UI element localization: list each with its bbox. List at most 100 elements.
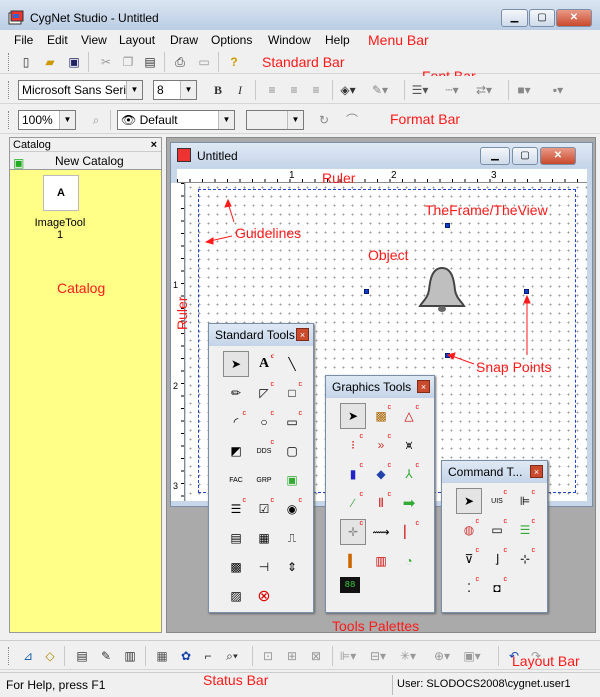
fac-tool-icon[interactable]: FAC xyxy=(223,467,249,493)
table-tool-icon[interactable]: ▦ xyxy=(251,525,277,551)
snap-point[interactable] xyxy=(445,353,450,358)
minimize-button[interactable]: ▁ xyxy=(501,9,528,27)
toolbar-grip[interactable] xyxy=(8,53,11,71)
image-tool-thumbnail[interactable]: A xyxy=(43,175,79,211)
cut-icon[interactable]: ✂ xyxy=(96,52,116,72)
help-icon[interactable]: ? xyxy=(224,52,244,72)
open-folder-icon[interactable]: ▰ xyxy=(40,52,60,72)
menu-file[interactable]: File xyxy=(14,33,33,47)
stack-icon[interactable]: ▥ xyxy=(120,646,140,666)
toggle-tool-icon[interactable]: ◘ c xyxy=(484,575,510,601)
select-tool-icon[interactable]: ➤ xyxy=(456,488,482,514)
text-tool-icon[interactable]: Ac xyxy=(251,351,277,377)
align-right-icon[interactable]: ≡ xyxy=(306,80,326,100)
dds-tool-icon[interactable]: DDS c xyxy=(251,438,277,464)
snap-point[interactable] xyxy=(524,289,529,294)
select-tool-icon[interactable]: ➤ xyxy=(223,351,249,377)
digital-display-tool-icon[interactable]: 88 xyxy=(340,577,360,593)
chevron-tool-icon[interactable]: » c xyxy=(368,432,394,458)
zoom-icon[interactable]: ⌕ xyxy=(86,110,106,130)
uis-tool-icon[interactable]: UIS c xyxy=(484,488,510,514)
command-tools-close-button[interactable]: × xyxy=(530,465,543,478)
horizontal-ruler[interactable] xyxy=(177,169,587,183)
select-tool-icon[interactable]: ➤ xyxy=(340,403,366,429)
align-tool-icon[interactable]: ⊫ c xyxy=(512,488,538,514)
toolbar-grip[interactable] xyxy=(8,81,11,99)
new-file-icon[interactable]: ▯ xyxy=(16,52,36,72)
catalog-close-button[interactable]: × xyxy=(151,138,157,152)
spring-tool-icon[interactable]: ⟿ xyxy=(368,519,394,545)
grid-tool-icon[interactable]: ▩ xyxy=(223,554,249,580)
close-button[interactable]: ✕ xyxy=(556,9,592,27)
edit-points-icon[interactable]: ⌒ xyxy=(342,110,362,130)
print-preview-icon[interactable]: ▭ xyxy=(194,52,214,72)
properties-icon[interactable]: ▤ xyxy=(72,646,92,666)
menu-options[interactable]: Options xyxy=(211,33,252,47)
graphics-tools-close-button[interactable]: × xyxy=(417,380,430,393)
command-tools-title-bar[interactable]: Command T... × xyxy=(442,461,547,483)
dial-command-icon[interactable]: ◍ c xyxy=(456,517,482,543)
checkbox-tool-icon[interactable]: ☑ c xyxy=(251,496,277,522)
branch-tool-icon[interactable]: ⊹ c xyxy=(512,546,538,572)
level-tool-icon[interactable]: ▍ xyxy=(340,548,366,574)
doc-minimize-button[interactable]: ▁ xyxy=(480,147,510,165)
font-size-select[interactable]: 8 ▼ xyxy=(153,80,197,100)
italic-button[interactable]: I xyxy=(230,80,250,100)
arrow-tool-icon[interactable]: ➡ xyxy=(396,490,422,516)
new-catalog-row[interactable]: ▣ New Catalog xyxy=(10,152,161,170)
gauge-tool-icon[interactable]: ▮ c xyxy=(340,461,366,487)
font-name-select[interactable]: Microsoft Sans Serif ▼ xyxy=(18,80,143,100)
print-icon[interactable]: ⎙ xyxy=(170,52,190,72)
doc-maximize-button[interactable]: ▢ xyxy=(512,147,538,165)
snap-point[interactable] xyxy=(364,289,369,294)
thermometer-tool-icon[interactable]: ▏ c xyxy=(396,519,422,545)
menu-window[interactable]: Window xyxy=(268,33,311,47)
copy-icon[interactable]: ❐ xyxy=(118,52,138,72)
ellipse-tool-icon[interactable]: ○ c xyxy=(251,409,277,435)
align-center-icon[interactable]: ≡ xyxy=(284,80,304,100)
line-style-icon[interactable]: ┄▾ xyxy=(442,80,462,100)
vector-tool-icon[interactable]: △ c xyxy=(396,403,422,429)
vertical-ruler[interactable] xyxy=(171,183,185,501)
3d-effect-icon[interactable]: ▪▾ xyxy=(548,80,568,100)
layers-icon[interactable]: ◇ xyxy=(40,646,60,666)
layout-tool-icon[interactable]: ⊿ xyxy=(18,646,38,666)
trend-tool-icon[interactable]: ⩙ xyxy=(396,432,422,458)
pin-tool-icon[interactable]: ⁝ c xyxy=(340,432,366,458)
save-icon[interactable]: ▣ xyxy=(64,52,84,72)
line-color-icon[interactable]: ✎▾ xyxy=(370,80,390,100)
align-left-icon[interactable]: ≡ xyxy=(262,80,282,100)
standard-tools-title-bar[interactable]: Standard Tools × xyxy=(209,324,313,346)
polygon-tool-icon[interactable]: ◸ c xyxy=(251,380,277,406)
spinner-tool-icon[interactable]: ⇕ xyxy=(279,554,305,580)
setpoint-tool-icon[interactable]: ☰ c xyxy=(512,517,538,543)
regroup-icon[interactable]: ⊠ xyxy=(306,646,326,666)
snap-icon[interactable]: ✿ xyxy=(176,646,196,666)
grp-tool-icon[interactable]: GRP xyxy=(251,467,277,493)
ruler-icon[interactable]: ⌐ xyxy=(198,646,218,666)
zoom-menu-icon[interactable]: ⌕▾ xyxy=(222,646,242,666)
doc-close-button[interactable]: ✕ xyxy=(540,147,576,165)
rotate-icon[interactable]: ↻ xyxy=(314,110,334,130)
menu-draw[interactable]: Draw xyxy=(170,33,198,47)
line-tool-icon[interactable]: ╲ xyxy=(279,351,305,377)
layer-select[interactable]: ▼ xyxy=(246,110,304,130)
grid-icon[interactable]: ▦ xyxy=(152,646,172,666)
distribute-menu-icon[interactable]: ⊟▾ xyxy=(368,646,388,666)
pencil-tool-icon[interactable]: ✏ xyxy=(223,380,249,406)
graphics-tools-title-bar[interactable]: Graphics Tools × xyxy=(326,376,434,398)
slider-tool-icon[interactable]: ⊣ xyxy=(251,554,277,580)
list-tool-icon[interactable]: ☰ c xyxy=(223,496,249,522)
dial-tool-icon[interactable]: ◔ xyxy=(396,548,422,574)
menu-layout[interactable]: Layout xyxy=(119,33,155,47)
stop-tool-icon[interactable]: ⊗ xyxy=(251,583,277,609)
image-tool-icon[interactable]: ▩ c xyxy=(368,403,394,429)
picture-tool-icon[interactable]: ▨ xyxy=(223,583,249,609)
rectangle-tool-icon[interactable]: □ c xyxy=(279,380,305,406)
command-button-icon[interactable]: ▭ c xyxy=(484,517,510,543)
maximize-button[interactable]: ▢ xyxy=(529,9,555,27)
snap-point[interactable] xyxy=(445,223,450,228)
panel-tool-icon[interactable]: ▣ xyxy=(279,467,305,493)
zoom-select[interactable]: 100% ▼ xyxy=(18,110,76,130)
rounded-rect-tool-icon[interactable]: ▭ c xyxy=(279,409,305,435)
